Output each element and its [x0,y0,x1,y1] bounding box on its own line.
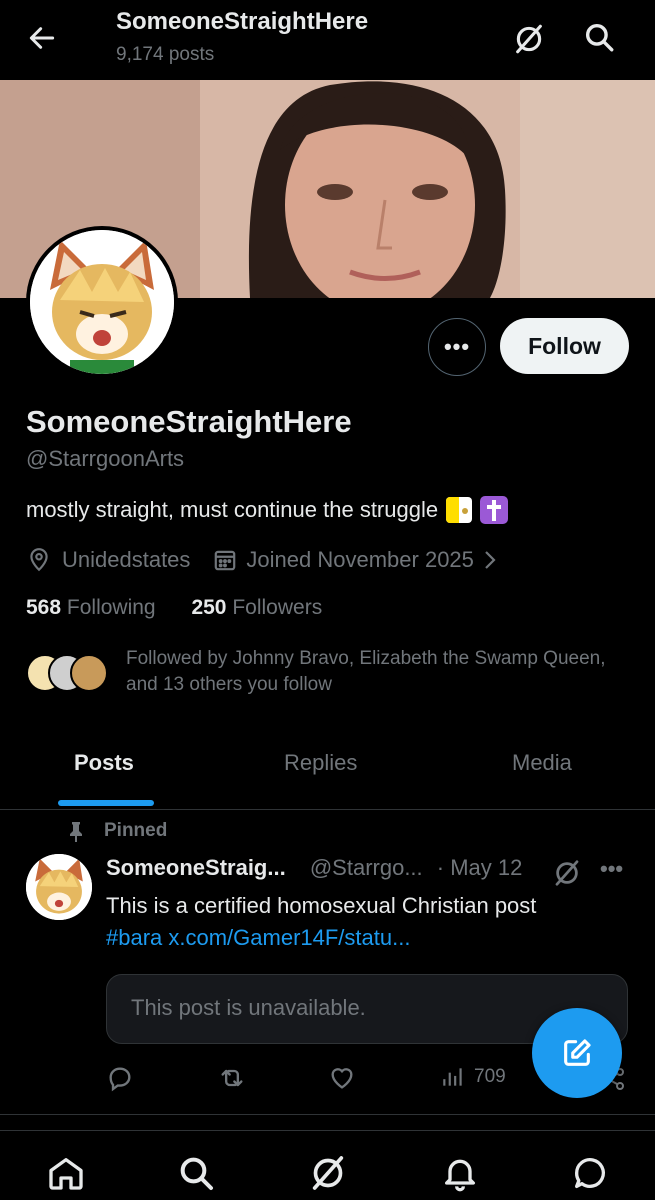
bio-text: mostly straight, must continue the strug… [26,497,439,522]
grok-icon[interactable] [552,858,582,888]
tab-replies[interactable]: Replies [284,750,357,776]
repost-icon[interactable] [218,1064,246,1092]
post-more-button[interactable]: ••• [600,856,623,882]
profile-meta: Unidedstates Joined November 2025 [26,547,500,573]
profile-stats: 568 Following 250 Followers [26,596,322,620]
post-author-handle[interactable]: @Starrgo... [310,855,423,880]
post-link[interactable]: #bara x.com/Gamer14F/statu... [106,923,410,953]
profile-location: Unidedstates [62,547,191,572]
profile-name: SomeoneStraightHere [26,404,352,439]
views-icon [443,1068,462,1086]
compose-button[interactable] [532,1008,622,1098]
profile-avatar[interactable] [26,226,178,378]
profile-bio: mostly straight, must continue the strug… [26,496,509,524]
follower-avatar [70,654,108,692]
followers-link[interactable]: 250 Followers [191,596,322,619]
tab-posts[interactable]: Posts [74,750,134,776]
followed-by-avatars [26,654,108,694]
post-divider [0,1114,655,1115]
profile-handle: @StarrgoonArts [26,446,185,471]
arrow-left-icon[interactable] [26,22,58,54]
home-icon[interactable] [46,1153,86,1193]
profile-tabs: Posts Replies Media [0,724,655,810]
profile-joined: Joined November 2025 [246,547,474,572]
tab-media[interactable]: Media [512,750,572,776]
message-icon[interactable] [570,1153,610,1193]
bell-icon[interactable] [440,1153,480,1193]
following-link[interactable]: 568 Following [26,596,156,619]
latin-cross-icon [480,496,509,524]
vatican-flag-icon [446,497,473,523]
header-title: SomeoneStraightHere [116,8,369,35]
views-count[interactable]: 709 [440,1064,506,1090]
compose-icon [564,1039,591,1066]
grok-icon[interactable] [308,1153,348,1193]
more-options-button[interactable]: ••• [428,318,486,376]
bottom-navigation [0,1130,655,1200]
reply-icon[interactable] [106,1064,134,1092]
pin-icon [70,822,82,842]
post-header: SomeoneStraig... @Starrgo... · May 12 [106,855,522,881]
search-icon[interactable] [582,20,616,54]
search-icon[interactable] [176,1153,216,1193]
active-tab-indicator [58,800,154,806]
pinned-label: Pinned [66,820,167,842]
pinned-text: Pinned [104,820,168,841]
calendar-icon [215,550,236,571]
post-text: This is a certified homosexual Christian… [106,893,537,918]
followed-by[interactable]: Followed by Johnny Bravo, Elizabeth the … [26,646,626,702]
location-pin-icon [30,548,48,572]
header-post-count: 9,174 posts [116,44,215,65]
post-avatar-image [26,854,92,920]
heart-icon[interactable] [328,1064,356,1092]
post-author-name[interactable]: SomeoneStraig... [106,855,286,880]
views-number: 709 [474,1066,506,1087]
post-time[interactable]: · May 12 [437,855,523,880]
top-bar: SomeoneStraightHere 9,174 posts [0,0,655,80]
chevron-right-icon[interactable] [480,547,500,573]
post-avatar[interactable] [26,854,92,920]
grok-icon[interactable] [512,22,546,56]
follow-button[interactable]: Follow [500,318,629,374]
avatar-image [30,230,174,374]
followed-by-text: Followed by Johnny Bravo, Elizabeth the … [126,648,606,695]
